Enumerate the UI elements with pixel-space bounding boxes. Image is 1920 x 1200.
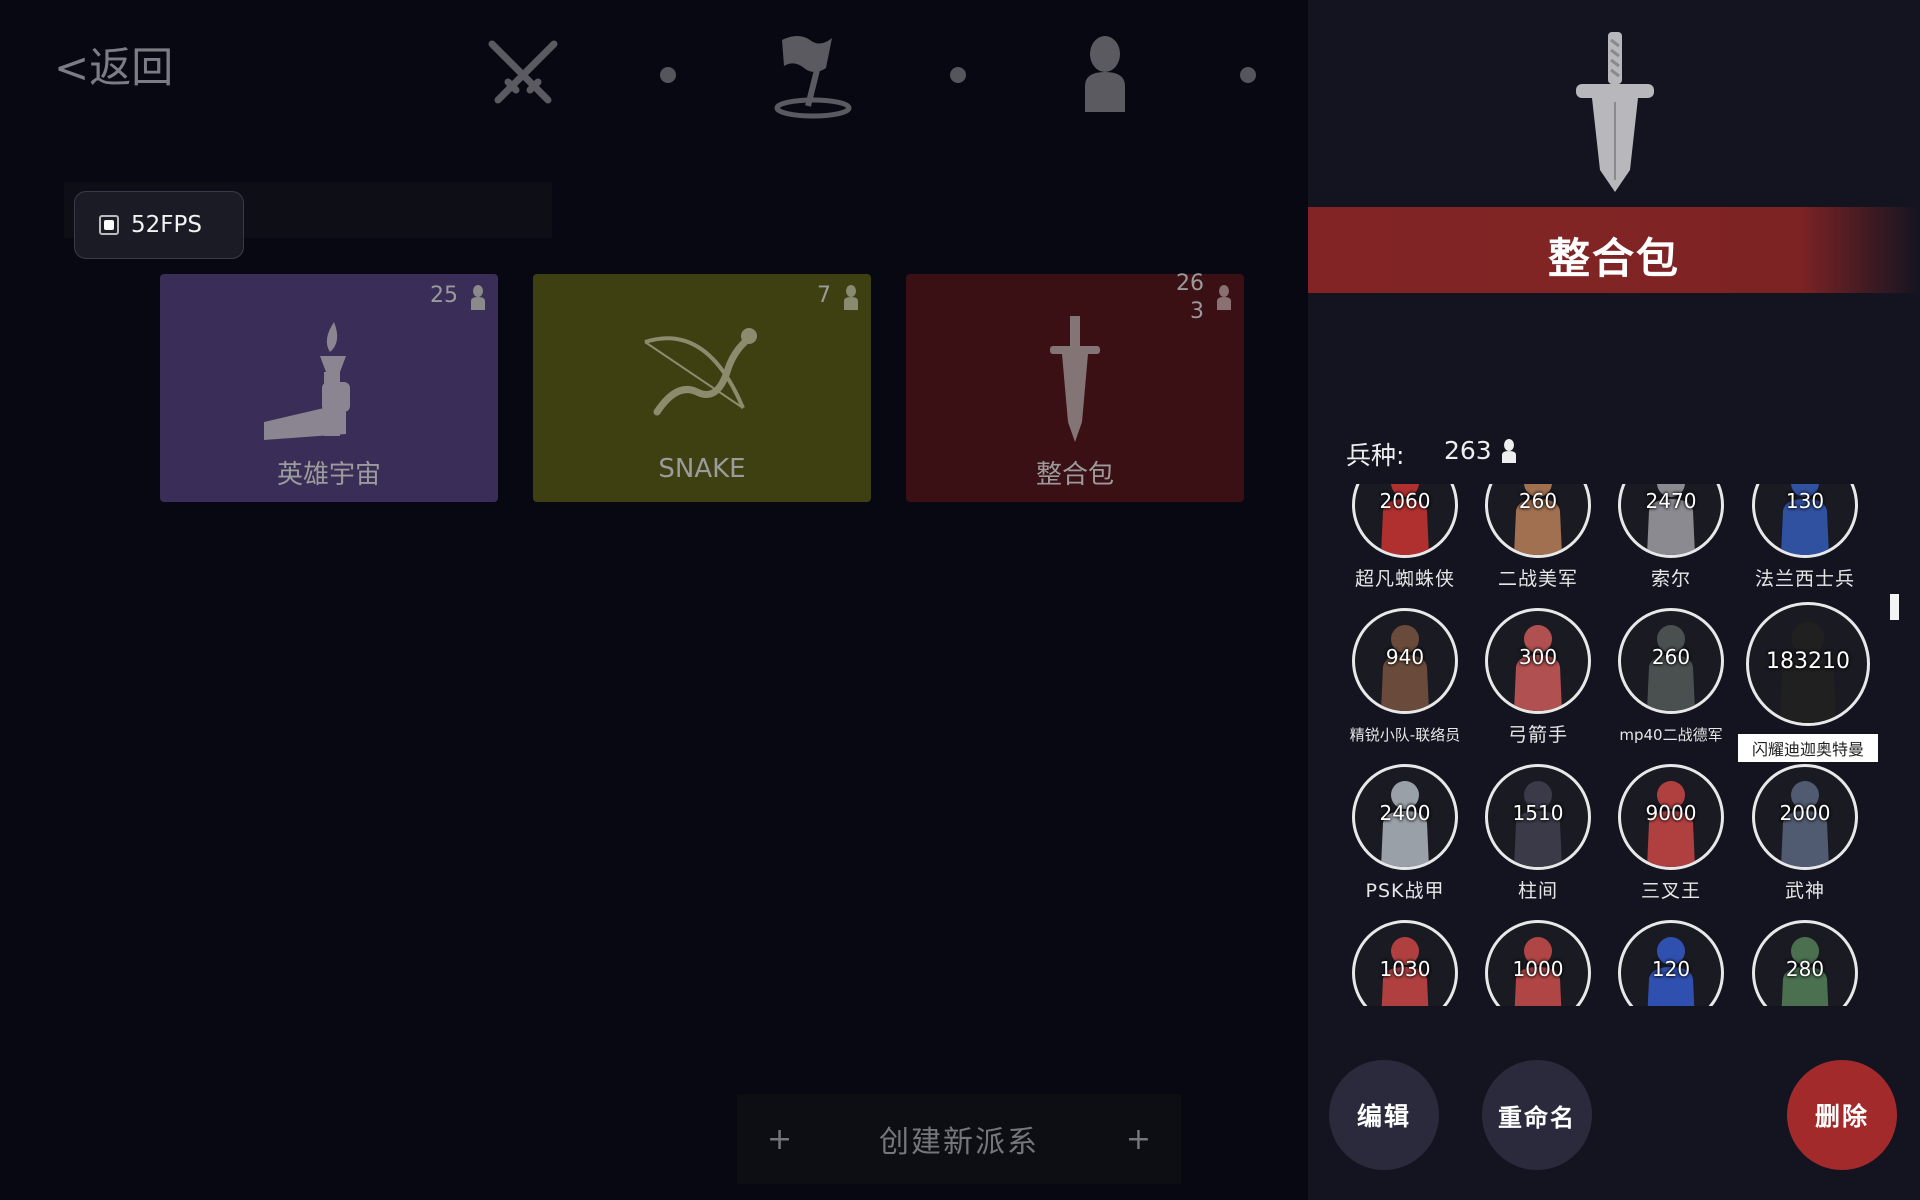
person-icon xyxy=(1217,285,1231,310)
unit-cost: 2400 xyxy=(1379,801,1431,825)
unit-portrait: 9000 xyxy=(1618,764,1724,870)
unit-card[interactable]: 183210 闪耀迪迦奥特曼 xyxy=(1730,602,1878,762)
unit-card[interactable]: 1510 柱间 xyxy=(1463,764,1597,910)
unit-name: 法兰西士兵 xyxy=(1754,568,1855,590)
nav-dot xyxy=(1240,67,1256,83)
unit-portrait: 300 xyxy=(1485,608,1591,714)
faction-detail-panel: 整合包 兵种: 263 2060 超凡蜘蛛侠 260 二战美军 2470 索尔 130 法兰西… xyxy=(1308,0,1920,1200)
unit-cost: 260 xyxy=(1518,489,1558,513)
unit-card[interactable]: 300 弓箭手 xyxy=(1463,608,1597,754)
crossed-swords-icon[interactable] xyxy=(478,30,568,120)
faction-name: 整合包 xyxy=(1035,460,1114,490)
faction-count: 26 3 xyxy=(1176,271,1204,324)
unit-cost: 9000 xyxy=(1645,801,1697,825)
unit-cost: 130 xyxy=(1785,489,1825,513)
back-button[interactable]: <返回 xyxy=(54,34,173,95)
unit-cost: 2470 xyxy=(1645,489,1697,513)
scrollbar-thumb[interactable] xyxy=(1890,594,1899,620)
unit-name: 闪耀迪迦奥特曼 xyxy=(1738,734,1878,762)
unit-card[interactable]: 9000 三叉王 xyxy=(1596,764,1730,910)
unit-name: 武神 xyxy=(1784,880,1825,902)
unit-portrait: 260 xyxy=(1618,608,1724,714)
faction-card-integration-pack[interactable]: 26 3 整合包 xyxy=(906,271,1244,502)
faction-name: 英雄宇宙 xyxy=(276,460,381,490)
faction-card-snake[interactable]: 7 SNAKE xyxy=(533,274,871,502)
unit-card[interactable]: 1000 xyxy=(1463,920,1597,1006)
unit-portrait: 2000 xyxy=(1752,764,1858,870)
person-icon xyxy=(1502,439,1516,463)
unit-portrait: 940 xyxy=(1352,608,1458,714)
unit-portrait: 280 xyxy=(1752,920,1858,1006)
unit-card[interactable]: 280 xyxy=(1730,920,1864,1006)
unit-card[interactable]: 2000 武神 xyxy=(1730,764,1864,910)
unit-portrait: 1510 xyxy=(1485,764,1591,870)
delete-button[interactable]: 删除 xyxy=(1787,1060,1897,1170)
plus-icon: + xyxy=(1125,1121,1151,1157)
unit-portrait: 183210 xyxy=(1746,602,1870,726)
unit-card[interactable]: 260 mp40二战德军 xyxy=(1596,608,1730,754)
unit-portrait: 2400 xyxy=(1352,764,1458,870)
unit-card[interactable]: 130 法兰西士兵 xyxy=(1730,484,1864,598)
unit-card[interactable]: 940 精锐小队-联络员 xyxy=(1330,608,1464,754)
unit-card[interactable]: 1030 xyxy=(1330,920,1464,1006)
unit-cost: 300 xyxy=(1518,645,1558,669)
dagger-icon xyxy=(1576,32,1654,192)
units-label: 兵种: xyxy=(1346,441,1405,470)
units-count: 263 xyxy=(1444,436,1492,465)
unit-portrait: 1000 xyxy=(1485,920,1591,1006)
nav-dot xyxy=(950,67,966,83)
torch-icon xyxy=(264,322,350,440)
unit-portrait: 2060 xyxy=(1352,484,1458,558)
unit-portrait: 1030 xyxy=(1352,920,1458,1006)
rename-button[interactable]: 重命名 xyxy=(1482,1060,1592,1170)
unit-grid[interactable]: 2060 超凡蜘蛛侠 260 二战美军 2470 索尔 130 法兰西士兵 940 精锐小队-联络… xyxy=(1308,484,1920,1006)
create-faction-button[interactable]: + 创建新派系 + xyxy=(737,1094,1181,1184)
person-icon[interactable] xyxy=(1060,30,1150,120)
unit-card[interactable]: 2400 PSK战甲 xyxy=(1330,764,1464,910)
fps-icon xyxy=(99,215,119,235)
faction-name: SNAKE xyxy=(658,454,746,484)
unit-portrait: 120 xyxy=(1618,920,1724,1006)
unit-portrait: 130 xyxy=(1752,484,1858,558)
faction-browser: <返回 搜索 52FPS 25 英雄宇宙 7 xyxy=(0,0,1308,1200)
unit-cost: 280 xyxy=(1785,957,1825,981)
dagger-icon xyxy=(1050,316,1100,442)
faction-count: 25 xyxy=(430,283,458,308)
unit-cost: 183210 xyxy=(1766,649,1850,674)
faction-card-hero-universe[interactable]: 25 英雄宇宙 xyxy=(160,274,498,502)
unit-cost: 120 xyxy=(1651,957,1691,981)
person-icon xyxy=(844,285,858,310)
nav-dot xyxy=(660,67,676,83)
unit-portrait: 2470 xyxy=(1618,484,1724,558)
faction-title-banner: 整合包 xyxy=(1308,207,1920,293)
unit-card[interactable]: 2470 索尔 xyxy=(1596,484,1730,598)
unit-cost: 1030 xyxy=(1379,957,1431,981)
create-faction-label: 创建新派系 xyxy=(879,1125,1039,1160)
flag-icon[interactable] xyxy=(768,30,858,120)
snake-bow-icon xyxy=(644,328,757,416)
unit-cost: 260 xyxy=(1651,645,1691,669)
unit-card[interactable]: 260 二战美军 xyxy=(1463,484,1597,598)
faction-count: 7 xyxy=(817,283,831,308)
plus-icon: + xyxy=(767,1121,793,1157)
unit-cost: 2060 xyxy=(1379,489,1431,513)
unit-card[interactable]: 2060 超凡蜘蛛侠 xyxy=(1330,484,1464,598)
unit-cost: 940 xyxy=(1385,645,1425,669)
person-icon xyxy=(471,285,485,310)
unit-cost: 1510 xyxy=(1512,801,1564,825)
faction-title: 整合包 xyxy=(1547,234,1680,283)
unit-portrait: 260 xyxy=(1485,484,1591,558)
unit-cost: 2000 xyxy=(1779,801,1831,825)
unit-cost: 1000 xyxy=(1512,957,1564,981)
edit-button[interactable]: 编辑 xyxy=(1329,1060,1439,1170)
unit-card[interactable]: 120 xyxy=(1596,920,1730,1006)
fps-counter: 52FPS xyxy=(74,191,244,259)
fps-label: 52FPS xyxy=(131,212,202,238)
